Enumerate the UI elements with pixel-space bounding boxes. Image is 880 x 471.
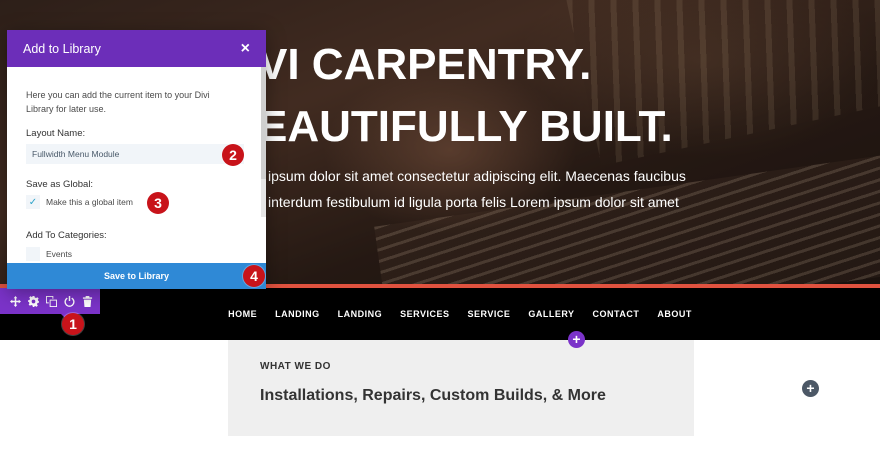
section-headline: Installations, Repairs, Custom Builds, &… — [260, 387, 606, 404]
nav-item-landing-2[interactable]: LANDING — [338, 288, 383, 340]
close-icon[interactable]: × — [241, 40, 250, 57]
add-row-button[interactable]: + — [568, 331, 585, 348]
global-checkbox-label: Make this a global item — [46, 197, 133, 207]
settings-icon[interactable] — [26, 294, 40, 308]
module-toolbar — [0, 288, 100, 314]
nav-item-services[interactable]: SERVICES — [400, 288, 449, 340]
services-intro-box: WHAT WE DO Installations, Repairs, Custo… — [228, 340, 694, 436]
layout-name-label: Layout Name: — [26, 128, 86, 139]
nav-item-about[interactable]: ABOUT — [657, 288, 692, 340]
modal-title: Add to Library — [23, 41, 101, 56]
modal-header: Add to Library × — [7, 30, 266, 67]
scrollbar-thumb[interactable] — [261, 67, 266, 179]
modal-scrollbar[interactable] — [261, 67, 266, 217]
callout-badge-2: 2 — [222, 144, 244, 166]
nav-menu: HOME LANDING LANDING SERVICES SERVICE GA… — [0, 288, 880, 340]
fullwidth-menu-module: HOME LANDING LANDING SERVICES SERVICE GA… — [0, 288, 880, 340]
category-row-events: Events — [26, 246, 72, 262]
add-to-categories-label: Add To Categories: — [26, 230, 107, 241]
callout-badge-4: 4 — [243, 265, 265, 287]
move-icon[interactable] — [8, 294, 22, 308]
callout-badge-3: 3 — [147, 192, 169, 214]
nav-item-contact[interactable]: CONTACT — [593, 288, 640, 340]
section-eyebrow: WHAT WE DO — [260, 361, 331, 372]
save-to-library-icon[interactable] — [62, 294, 76, 308]
hero-body-line2: interdum festibulum id ligula porta feli… — [268, 194, 679, 210]
save-as-global-label: Save as Global: — [26, 179, 94, 190]
modal-description: Here you can add the current item to you… — [26, 90, 210, 114]
nav-item-home[interactable]: HOME — [228, 288, 257, 340]
nav-item-service[interactable]: SERVICE — [468, 288, 511, 340]
add-module-button[interactable]: + — [802, 380, 819, 397]
hero-title-line1: VI CARPENTRY. — [258, 40, 592, 89]
save-to-library-button[interactable]: Save to Library — [7, 263, 266, 289]
global-checkbox-row: ✓ Make this a global item — [26, 194, 133, 210]
nav-item-gallery[interactable]: GALLERY — [528, 288, 574, 340]
trash-icon[interactable] — [80, 294, 94, 308]
hero-body-line1: ipsum dolor sit amet consectetur adipisc… — [268, 168, 686, 184]
hero-title-line2: EAUTIFULLY BUILT. — [258, 102, 673, 151]
callout-badge-1: 1 — [62, 313, 84, 335]
category-checkbox-events[interactable] — [26, 247, 40, 261]
duplicate-icon[interactable] — [44, 294, 58, 308]
category-label-events: Events — [46, 249, 72, 259]
global-checkbox[interactable]: ✓ — [26, 195, 40, 209]
nav-item-landing[interactable]: LANDING — [275, 288, 320, 340]
layout-name-input[interactable] — [26, 144, 244, 164]
